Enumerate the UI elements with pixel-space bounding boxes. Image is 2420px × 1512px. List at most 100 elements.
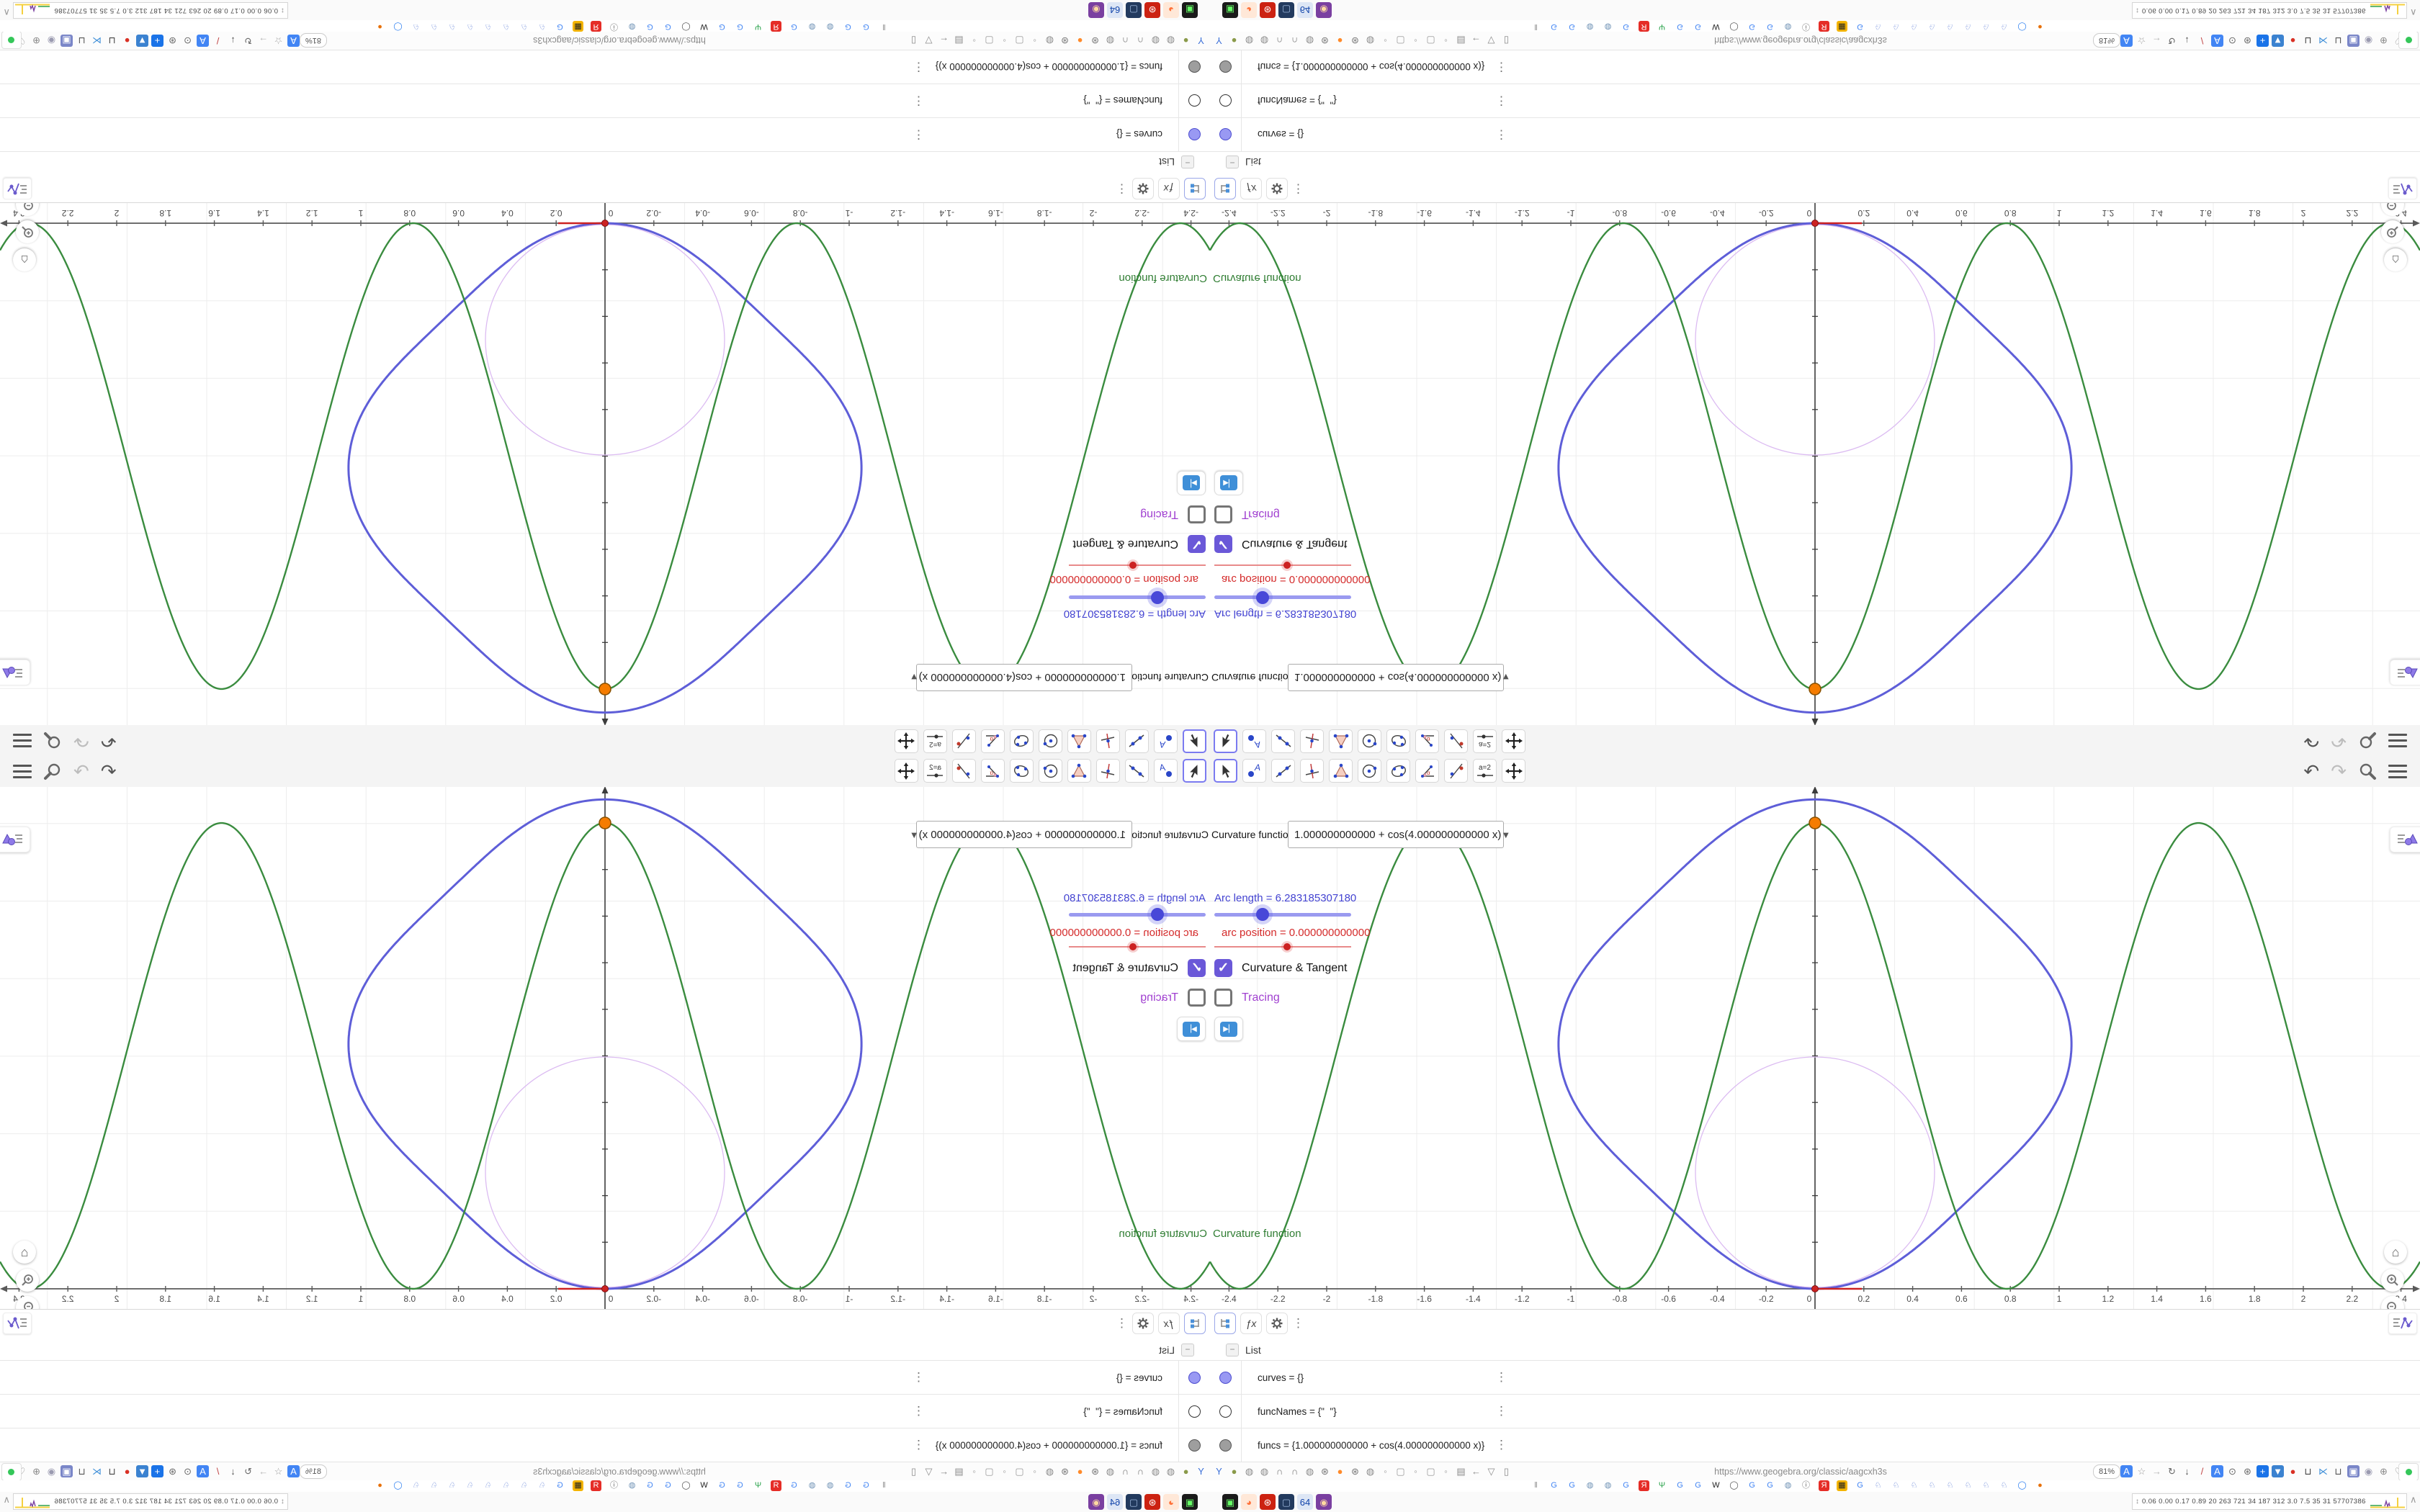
tool-line[interactable] — [1271, 729, 1295, 753]
redo-button[interactable]: ↷ — [2331, 758, 2347, 784]
icon-1071[interactable]: Я — [1819, 21, 1829, 32]
icon-8745[interactable]: ∩ — [1119, 35, 1131, 47]
icon-9816[interactable]: ♘ — [1945, 21, 1955, 32]
icon-8859[interactable]: ⊛ — [1349, 35, 1361, 47]
icon-9677[interactable]: ◍ — [1165, 1465, 1177, 1477]
icon-9673[interactable]: ◉ — [45, 35, 58, 47]
icon-9679[interactable]: ● — [121, 1465, 133, 1477]
browser-left-icons[interactable]: Y ● ◍ ◍ ∩ ∩ ◍ ⊛ ● ⊛ ◍ ◦ ▢ ◦ ▢ ◦ ▤ ← ▽ ▯ — [1211, 35, 1514, 47]
icon-1071[interactable]: Я — [771, 1480, 781, 1491]
icon-9711[interactable]: ◯ — [681, 21, 691, 32]
icon-9702[interactable]: ◦ — [998, 35, 1010, 47]
tool-conic[interactable] — [1010, 759, 1034, 783]
icon-9816[interactable]: ♘ — [465, 1480, 475, 1491]
icon-9702[interactable]: ◦ — [1410, 35, 1422, 47]
icon-9702[interactable]: ◦ — [1440, 35, 1452, 47]
icon-9677[interactable]: ◍ — [1603, 1480, 1613, 1491]
arc-position-slider[interactable] — [1069, 943, 1206, 950]
algebra-row-funcs[interactable]: funcs = {1.000000000000 + cos(4.00000000… — [1210, 1428, 2420, 1462]
arc-length-slider-thumb[interactable] — [1256, 908, 1269, 921]
icon-9634[interactable]: ▢ — [983, 1465, 995, 1477]
icon-71[interactable]: G — [861, 21, 871, 32]
icon-9702[interactable]: ◦ — [1028, 1465, 1041, 1477]
icon-9677[interactable]: ◍ — [1258, 35, 1270, 47]
icon-87[interactable]: W — [699, 1480, 709, 1491]
icon-9647[interactable]: ▯ — [908, 35, 920, 47]
icon-9677[interactable]: ◍ — [1585, 21, 1595, 32]
icon-8852[interactable]: ⊔ — [76, 1465, 88, 1477]
address-bar-url[interactable]: https://www.geogebra.org/classic/aagcxh3… — [533, 31, 706, 50]
visibility-toggle[interactable] — [1219, 94, 1232, 107]
tool-polygon[interactable] — [1067, 729, 1091, 753]
icon-65[interactable]: A — [2211, 1465, 2223, 1477]
dock-app-icons[interactable]: ▣ ◕ ⊛ ▢ 64 ◉ — [1087, 1494, 1199, 1510]
tool-line[interactable] — [1125, 729, 1149, 753]
bookmark-favicons[interactable]: ‖ G G ◍ ◍ G Я Ψ G G W ◯ G G ◍ ⓘ Я ▦ G ♘ ♘ ♘ ♘ ♘ ♘ ♘ ♘ ◯ ● — [1527, 21, 2049, 32]
icon-9679[interactable]: ● — [2035, 1480, 2045, 1491]
icon-9679[interactable]: ● — [1334, 35, 1346, 47]
icon-65[interactable]: A — [197, 35, 209, 47]
icon-9679[interactable]: ● — [1074, 35, 1086, 47]
tool-move[interactable] — [1183, 729, 1206, 753]
tool-reflect[interactable] — [1444, 729, 1468, 753]
icon-9635[interactable]: ▣ — [1182, 1494, 1198, 1510]
icon-9685[interactable]: ◕ — [1241, 2, 1257, 18]
address-bar-url[interactable]: https://www.geogebra.org/classic/aagcxh3… — [533, 1462, 706, 1481]
redo-button[interactable]: ↷ — [73, 728, 89, 754]
home-button[interactable]: ⌂ — [2384, 248, 2407, 271]
icon-87[interactable]: W — [1711, 21, 1721, 32]
icon-9685[interactable]: ◕ — [1163, 1494, 1179, 1510]
icon-71[interactable]: G — [717, 21, 727, 32]
icon-9816[interactable]: ♘ — [1945, 1480, 1955, 1491]
tool-slider[interactable]: a=2 — [923, 759, 947, 783]
redo-button[interactable]: ↷ — [73, 758, 89, 784]
icon-9677[interactable]: ◍ — [1258, 1465, 1270, 1477]
arc-length-slider-thumb[interactable] — [1151, 591, 1164, 604]
icon-8857[interactable]: ⊙ — [182, 1465, 194, 1477]
icon-71[interactable]: G — [1765, 21, 1775, 32]
main-menu-button[interactable] — [13, 734, 32, 748]
row-menu-kebab[interactable]: ⋮ — [1495, 60, 1507, 74]
icon-9677[interactable]: ◍ — [1364, 35, 1376, 47]
collapse-group-button[interactable]: − — [1226, 1344, 1239, 1356]
icon-9677[interactable]: ◍ — [1585, 1480, 1595, 1491]
icon-9677[interactable]: ◍ — [825, 21, 835, 32]
icon-8745[interactable]: ∩ — [1134, 35, 1147, 47]
address-bar-url[interactable]: https://www.geogebra.org/classic/aagcxh3… — [1714, 31, 1887, 50]
algebra-row-funcNames[interactable]: funcNames = {" "} ⋮ — [1210, 84, 2420, 118]
tool-reflect[interactable] — [952, 759, 976, 783]
graphics-stylebar-button[interactable] — [0, 827, 30, 852]
algebra-sort-button[interactable] — [1184, 178, 1206, 199]
algebra-stylebar-toggle[interactable] — [2388, 178, 2417, 199]
arc-length-slider-thumb[interactable] — [1151, 908, 1164, 921]
home-button[interactable]: ⌂ — [13, 248, 36, 271]
icon-9816[interactable]: ♘ — [537, 1480, 547, 1491]
icon-936[interactable]: Ψ — [753, 21, 763, 32]
icon-9638[interactable]: ▦ — [1837, 1480, 1847, 1491]
chevron-up-icon[interactable]: ∧ — [2410, 1494, 2417, 1506]
icon-71[interactable]: G — [789, 21, 799, 32]
icon-1071[interactable]: Я — [1639, 1480, 1649, 1491]
icon-8594[interactable]: → — [2151, 1465, 2163, 1477]
zoom-in-button[interactable] — [2381, 220, 2404, 243]
icon-71[interactable]: G — [1747, 1480, 1757, 1491]
icon-9816[interactable]: ♘ — [519, 1480, 529, 1491]
chevron-down-icon[interactable]: ▼ — [910, 672, 919, 683]
icon-71[interactable]: G — [735, 21, 745, 32]
icon-9661[interactable]: ▽ — [1485, 35, 1497, 47]
icon-8859[interactable]: ⊛ — [1144, 1494, 1160, 1510]
icon-8214[interactable]: ‖ — [1531, 1480, 1541, 1491]
graphics-view[interactable]: -2.4 -2.2 -2 -1.8 -1.6 -1.4 -1.2 -1 -0.8 -0.6 -0.4… — [0, 787, 1210, 1319]
icon-9673[interactable]: ◉ — [1316, 1494, 1332, 1510]
icon-8592[interactable]: ← — [1470, 35, 1482, 47]
icon-9636[interactable]: ▤ — [953, 1465, 965, 1477]
icon-47[interactable]: / — [212, 35, 224, 47]
icon-9638[interactable]: ▦ — [1837, 21, 1847, 32]
icon-9677[interactable]: ◍ — [807, 1480, 817, 1491]
algebra-row-curves[interactable]: curves = {} ⋮ — [0, 1360, 1210, 1394]
tool-move-graphics[interactable] — [1502, 759, 1525, 783]
icon-8853[interactable]: ⊕ — [30, 35, 42, 47]
icon-89[interactable]: Y — [1213, 35, 1225, 47]
icon-8745[interactable]: ∩ — [1289, 35, 1301, 47]
icon-8859[interactable]: ⊛ — [2241, 1465, 2254, 1477]
